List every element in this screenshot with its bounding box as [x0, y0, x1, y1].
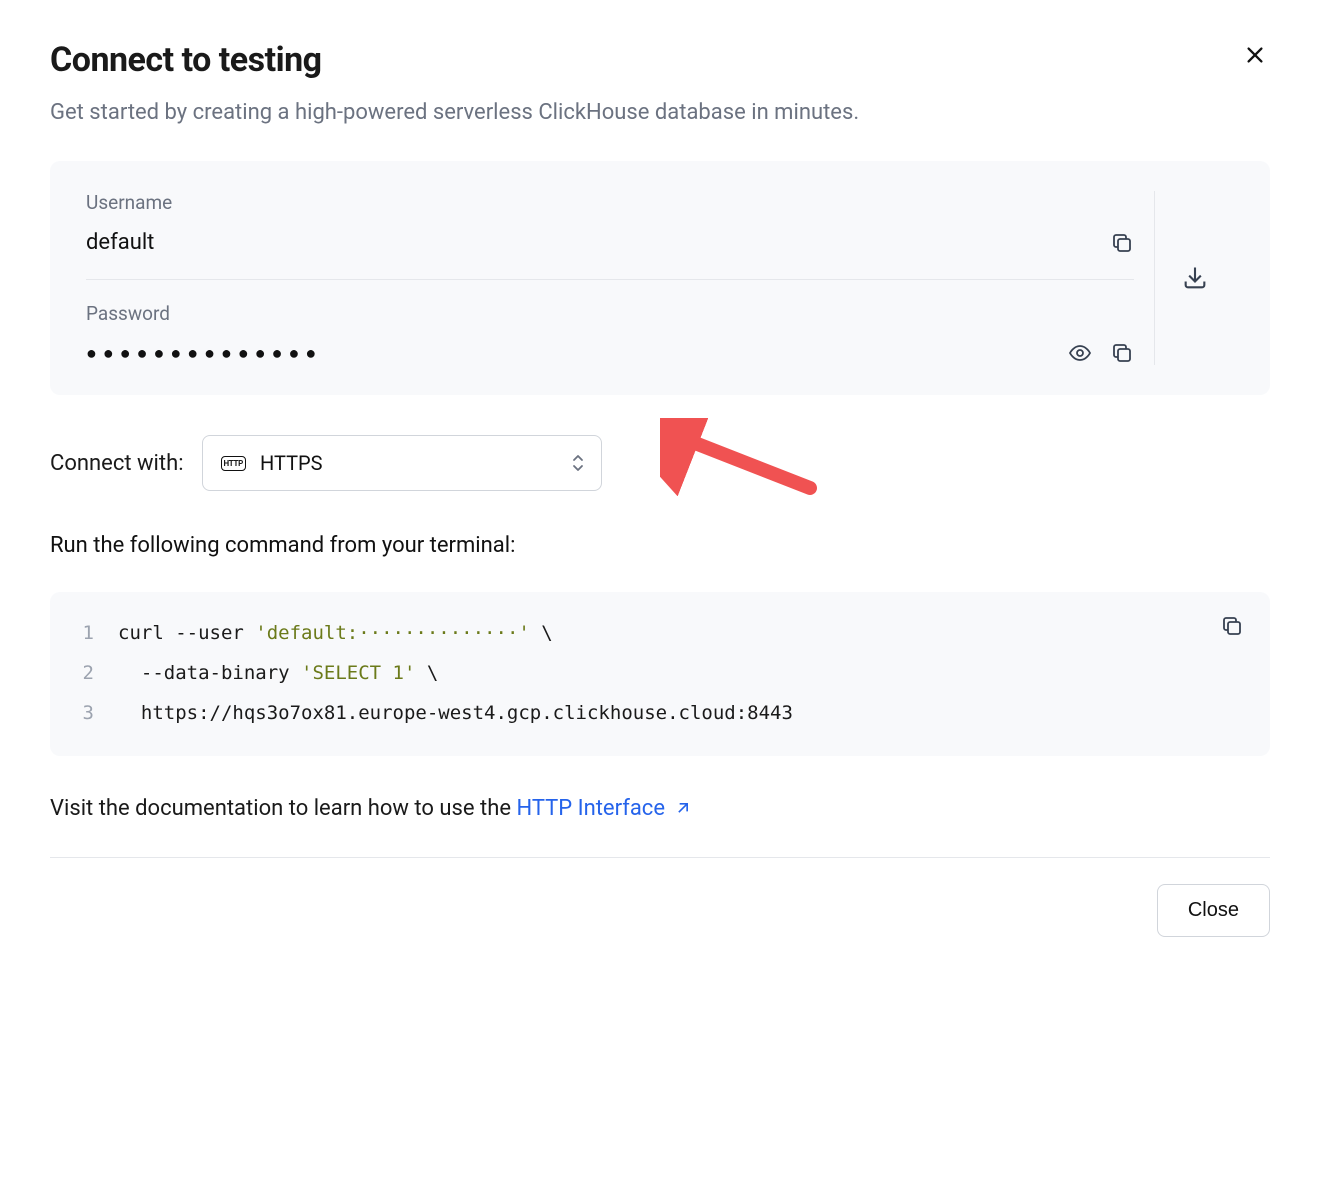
close-icon[interactable] — [1240, 40, 1270, 75]
documentation-hint: Visit the documentation to learn how to … — [50, 796, 1270, 821]
code-line-3: 3 https://hqs3o7ox81.europe-west4.gcp.cl… — [76, 694, 1244, 734]
code-line-1: 1 curl --user 'default:··············' \ — [76, 614, 1244, 654]
line-number: 2 — [76, 654, 94, 694]
footer-divider — [50, 857, 1270, 858]
connect-with-label: Connect with: — [50, 451, 184, 476]
username-label: Username — [86, 191, 1134, 214]
reveal-password-icon[interactable] — [1068, 341, 1092, 365]
copy-password-icon[interactable] — [1110, 341, 1134, 365]
chevron-updown-icon — [571, 454, 585, 472]
password-value: ●●●●●●●●●●●●●● — [86, 343, 1050, 364]
code-line-2: 2 --data-binary 'SELECT 1' \ — [76, 654, 1244, 694]
external-link-icon — [673, 798, 693, 818]
dialog-subtitle: Get started by creating a high-powered s… — [50, 100, 1270, 125]
protocol-selected-value: HTTPS — [260, 451, 323, 475]
run-instruction: Run the following command from your term… — [50, 533, 1270, 558]
line-number: 1 — [76, 614, 94, 654]
close-button[interactable]: Close — [1157, 884, 1270, 937]
copy-username-icon[interactable] — [1110, 231, 1134, 255]
username-value: default — [86, 230, 1092, 255]
http-icon: HTTP — [221, 456, 246, 471]
line-number: 3 — [76, 694, 94, 734]
password-label: Password — [86, 302, 1134, 325]
copy-code-icon[interactable] — [1220, 614, 1244, 638]
annotation-arrow — [660, 418, 820, 508]
download-credentials-icon[interactable] — [1181, 264, 1209, 292]
http-interface-link[interactable]: HTTP Interface — [516, 796, 693, 821]
credentials-panel: Username default Password ●●●●●●●●●●●●●● — [50, 161, 1270, 395]
dialog-title: Connect to testing — [50, 40, 322, 80]
code-block: 1 curl --user 'default:··············' \… — [50, 592, 1270, 756]
protocol-select[interactable]: HTTP HTTPS — [202, 435, 602, 491]
